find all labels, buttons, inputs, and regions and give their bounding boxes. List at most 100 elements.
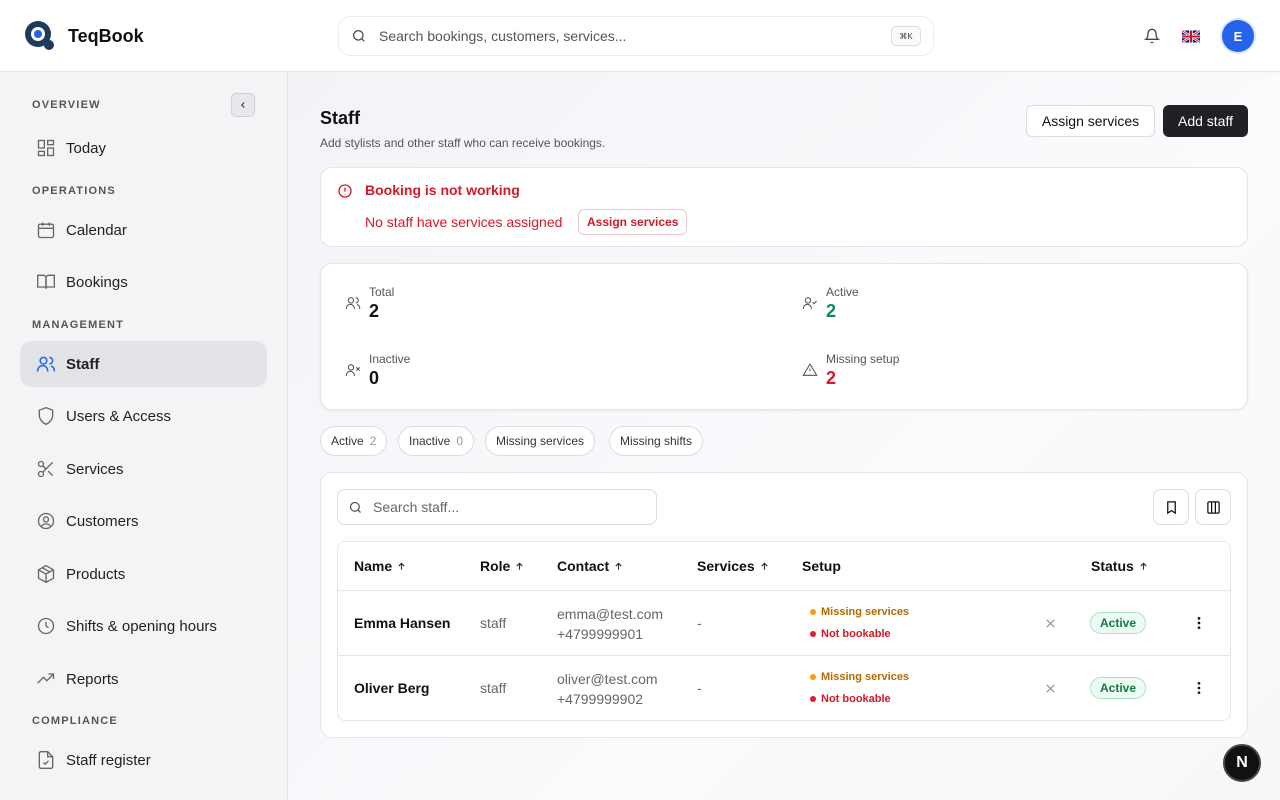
filter-chip-missing-services[interactable]: Missing services (485, 426, 596, 456)
more-vertical-icon[interactable] (1191, 680, 1207, 696)
staff-contact: oliver@test.com +4799999902 (557, 669, 658, 709)
staff-table-card: Search staff... Name Role Contact Servic… (320, 472, 1248, 738)
sidebar-item-today[interactable]: Today (20, 125, 267, 171)
sidebar-item-shifts[interactable]: Shifts & opening hours (20, 603, 267, 649)
add-staff-button[interactable]: Add staff (1163, 105, 1248, 137)
column-header-name[interactable]: Name (354, 558, 407, 574)
trending-icon (37, 673, 55, 684)
sidebar-item-calendar[interactable]: Calendar (20, 207, 267, 253)
alert-assign-services-button[interactable]: Assign services (578, 209, 688, 235)
sidebar-item-bookings[interactable]: Bookings (20, 259, 267, 305)
column-header-role[interactable]: Role (480, 558, 525, 574)
table-row[interactable]: Oliver Berg staff oliver@test.com +47999… (338, 655, 1230, 720)
close-icon[interactable] (1044, 682, 1057, 695)
floating-action-button[interactable]: N (1223, 744, 1261, 782)
staff-table: Name Role Contact Services Setup Status (337, 541, 1231, 721)
main-content: Staff Add stylists and other staff who c… (289, 73, 1280, 800)
staff-services: - (697, 680, 702, 696)
app-name: TeqBook (68, 25, 144, 46)
stat-inactive: Inactive 0 (345, 352, 410, 389)
chip-label: Inactive (409, 434, 451, 448)
chip-count: 0 (456, 434, 464, 448)
assign-services-button[interactable]: Assign services (1026, 105, 1155, 137)
header-label: Role (480, 558, 511, 574)
header-label: Services (697, 558, 755, 574)
more-vertical-icon[interactable] (1191, 615, 1207, 631)
filter-chip-inactive[interactable]: Inactive 0 (398, 426, 475, 456)
book-icon (37, 274, 55, 289)
bell-icon[interactable] (1144, 28, 1160, 44)
package-icon (37, 564, 55, 584)
sidebar-item-reports[interactable]: Reports (20, 656, 267, 702)
filter-chip-active[interactable]: Active 2 (320, 426, 388, 456)
setup-label: Missing services (821, 671, 910, 683)
sidebar-item-customers[interactable]: Customers (20, 498, 267, 544)
setup-missing-services: Missing services (810, 601, 909, 623)
columns-button[interactable] (1195, 489, 1231, 525)
setup-missing-services: Missing services (810, 666, 909, 688)
section-compliance: COMPLIANCE (32, 715, 118, 727)
stat-label: Missing setup (826, 352, 900, 366)
uk-flag-icon[interactable] (1182, 29, 1200, 43)
staff-role: staff (480, 615, 507, 631)
bookmark-icon (1166, 500, 1176, 514)
close-icon[interactable] (1044, 617, 1057, 630)
global-search[interactable]: Search bookings, customers, services... … (338, 16, 934, 56)
collapse-sidebar-button[interactable] (231, 93, 255, 117)
staff-name[interactable]: Oliver Berg (354, 680, 429, 696)
users-icon (345, 297, 361, 309)
booking-alert: Booking is not working No staff have ser… (320, 167, 1248, 247)
arrow-up-icon (516, 561, 523, 570)
sidebar-item-label: Users & Access (66, 407, 172, 425)
avatar[interactable]: E (1222, 20, 1254, 52)
chevron-left-icon (241, 102, 245, 108)
logo-icon (24, 20, 56, 52)
arrow-up-icon (1140, 561, 1147, 570)
file-check-icon (38, 751, 54, 769)
sidebar-item-label: Staff register (66, 751, 151, 769)
scissors-icon (37, 460, 54, 478)
logo[interactable]: TeqBook (24, 20, 144, 52)
staff-name[interactable]: Emma Hansen (354, 615, 450, 631)
column-header-contact[interactable]: Contact (557, 558, 624, 574)
sidebar-item-users-access[interactable]: Users & Access (20, 393, 267, 439)
setup-not-bookable: Not bookable (810, 623, 909, 645)
alert-circle-icon (338, 184, 352, 198)
user-x-icon (345, 364, 361, 376)
column-header-status[interactable]: Status (1091, 558, 1149, 574)
saved-views-button[interactable] (1153, 489, 1189, 525)
columns-icon (1206, 500, 1220, 514)
chip-label: Missing shifts (620, 434, 693, 448)
stat-active: Active 2 (802, 285, 859, 322)
stat-value: 2 (826, 301, 837, 321)
search-placeholder: Search bookings, customers, services... (379, 28, 627, 44)
stat-label: Inactive (369, 352, 411, 366)
sidebar-item-staff-register[interactable]: Staff register (20, 737, 267, 783)
sidebar-item-staff[interactable]: Staff (20, 341, 267, 387)
table-row[interactable]: Emma Hansen staff emma@test.com +4799999… (338, 590, 1230, 655)
setup-label: Not bookable (821, 628, 891, 640)
header-label: Name (354, 558, 393, 574)
sidebar-item-label: Customers (66, 512, 139, 530)
sidebar-item-products[interactable]: Products (20, 551, 267, 597)
column-header-services[interactable]: Services (697, 558, 770, 574)
filter-chip-missing-shifts[interactable]: Missing shifts (609, 426, 704, 456)
status-badge: Active (1090, 612, 1147, 634)
shortcut-badge: ⌘K (891, 26, 921, 46)
section-management: MANAGEMENT (32, 319, 125, 331)
arrow-up-icon (615, 561, 622, 570)
page-title: Staff (320, 108, 360, 128)
sidebar-item-services[interactable]: Services (20, 446, 267, 492)
search-icon (349, 501, 361, 513)
staff-email: oliver@test.com (557, 671, 658, 687)
staff-services: - (697, 615, 702, 631)
staff-search-placeholder: Search staff... (373, 499, 460, 515)
search-icon (353, 30, 365, 42)
staff-search-input[interactable]: Search staff... (337, 489, 657, 525)
sidebar-item-label: Shifts & opening hours (66, 617, 217, 635)
stat-label: Total (369, 285, 395, 299)
sidebar-item-label: Calendar (66, 221, 127, 239)
column-header-setup: Setup (802, 558, 841, 574)
setup-label: Not bookable (821, 693, 891, 705)
staff-contact: emma@test.com +4799999901 (557, 604, 663, 644)
